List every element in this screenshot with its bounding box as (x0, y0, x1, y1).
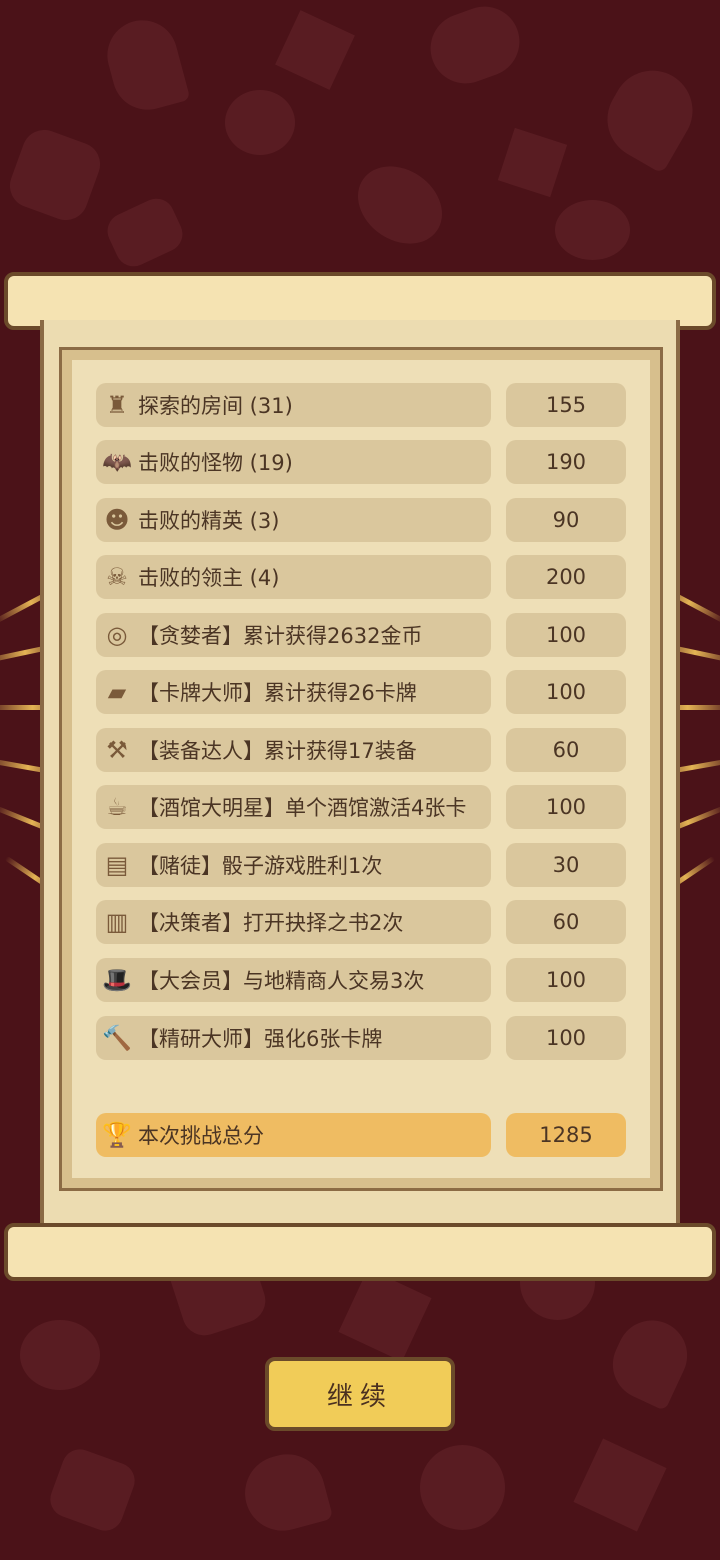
total-score-text: 本次挑战总分 (138, 1124, 264, 1148)
score-row-text: 【酒馆大明星】单个酒馆激活4张卡 (138, 796, 467, 820)
score-row-value: 100 (506, 785, 626, 829)
score-row-label: 🦇 击败的怪物 (19) (96, 440, 491, 484)
score-row-text: 击败的精英 (3) (138, 509, 280, 533)
score-row: ☕ 【酒馆大明星】单个酒馆激活4张卡 100 (96, 785, 626, 829)
total-score-label: 🏆 本次挑战总分 (96, 1113, 491, 1157)
score-row-value: 200 (506, 555, 626, 599)
equipment-icon: ⚒ (106, 736, 128, 764)
bg-circle-shape (225, 90, 295, 155)
bg-crescent-shape (343, 150, 457, 260)
score-row-label: ▤ 【赌徒】骰子游戏胜利1次 (96, 843, 491, 887)
score-row-value: 60 (506, 728, 626, 772)
score-row-label: ☻ 击败的精英 (3) (96, 498, 491, 542)
bg-leaf-shape (601, 1308, 699, 1412)
score-row-value: 60 (506, 900, 626, 944)
bg-circle-shape (555, 200, 630, 260)
bg-leaf-shape (236, 1445, 334, 1540)
score-row-text: 【大会员】与地精商人交易3次 (138, 969, 425, 993)
score-row-value: 190 (506, 440, 626, 484)
continue-button[interactable]: 继续 (265, 1357, 455, 1431)
bg-leaf-shape (592, 56, 708, 174)
score-row-label: ♜ 探索的房间 (31) (96, 383, 491, 427)
bg-circle-shape (420, 1445, 505, 1530)
bg-diamond-shape (338, 1268, 432, 1362)
score-row: 🎩 【大会员】与地精商人交易3次 100 (96, 958, 626, 1002)
score-row-text: 【精研大师】强化6张卡牌 (138, 1027, 383, 1051)
bg-square-shape (3, 123, 107, 227)
scroll-bottom-rod (4, 1223, 716, 1281)
score-row-label: 🔨 【精研大师】强化6张卡牌 (96, 1016, 491, 1060)
score-row: 🔨 【精研大师】强化6张卡牌 100 (96, 1016, 626, 1060)
bg-leaf-shape (99, 12, 191, 118)
score-row-label: ▰ 【卡牌大师】累计获得26卡牌 (96, 670, 491, 714)
cards-icon: ▰ (107, 678, 127, 706)
score-row: ▥ 【决策者】打开抉择之书2次 60 (96, 900, 626, 944)
closed-book-icon: ▥ (105, 908, 129, 936)
total-score-row: 🏆 本次挑战总分 1285 (96, 1113, 626, 1157)
book-icon: ▤ (105, 851, 129, 879)
score-row-label: ☠ 击败的领主 (4) (96, 555, 491, 599)
score-row: ⚒ 【装备达人】累计获得17装备 60 (96, 728, 626, 772)
score-row-text: 探索的房间 (31) (138, 394, 293, 418)
score-row-value: 100 (506, 1016, 626, 1060)
score-row-value: 30 (506, 843, 626, 887)
horned-skull-icon: ☠ (106, 563, 128, 591)
score-row-label: 🎩 【大会员】与地精商人交易3次 (96, 958, 491, 1002)
score-row-text: 【卡牌大师】累计获得26卡牌 (138, 681, 417, 705)
score-row-text: 击败的怪物 (19) (138, 451, 293, 475)
score-row: 🦇 击败的怪物 (19) 190 (96, 440, 626, 484)
tower-icon: ♜ (106, 391, 128, 419)
bat-icon: 🦇 (102, 448, 132, 476)
score-row-value: 155 (506, 383, 626, 427)
score-row-label: ◎ 【贪婪者】累计获得2632金币 (96, 613, 491, 657)
score-row: ♜ 探索的房间 (31) 155 (96, 383, 626, 427)
score-row: ▰ 【卡牌大师】累计获得26卡牌 100 (96, 670, 626, 714)
score-row-value: 100 (506, 670, 626, 714)
score-row-text: 【装备达人】累计获得17装备 (138, 739, 417, 763)
total-score-value: 1285 (506, 1113, 626, 1157)
score-row: ☻ 击败的精英 (3) 90 (96, 498, 626, 542)
score-row: ◎ 【贪婪者】累计获得2632金币 100 (96, 613, 626, 657)
score-row-text: 【贪婪者】累计获得2632金币 (138, 624, 423, 648)
bg-square-shape (45, 1444, 140, 1536)
score-row-value: 90 (506, 498, 626, 542)
bg-diamond-shape (573, 1438, 667, 1532)
bg-square-shape (101, 192, 189, 273)
hammer-icon: 🔨 (102, 1024, 132, 1052)
top-hat-icon: 🎩 (102, 966, 132, 994)
score-row: ☠ 击败的领主 (4) 200 (96, 555, 626, 599)
score-row: ▤ 【赌徒】骰子游戏胜利1次 30 (96, 843, 626, 887)
score-row-value: 100 (506, 613, 626, 657)
score-row-text: 击败的领主 (4) (138, 566, 280, 590)
score-row-value: 100 (506, 958, 626, 1002)
bg-circle-shape (20, 1320, 100, 1390)
score-row-label: ☕ 【酒馆大明星】单个酒馆激活4张卡 (96, 785, 491, 829)
devil-icon: ☻ (104, 506, 130, 534)
bg-diamond-shape (275, 10, 355, 90)
bg-blob-shape (420, 0, 530, 94)
score-row-text: 【决策者】打开抉择之书2次 (138, 911, 404, 935)
trophy-icon: 🏆 (102, 1121, 132, 1149)
score-row-label: ⚒ 【装备达人】累计获得17装备 (96, 728, 491, 772)
score-row-label: ▥ 【决策者】打开抉择之书2次 (96, 900, 491, 944)
bg-diamond-shape (497, 127, 568, 198)
score-row-text: 【赌徒】骰子游戏胜利1次 (138, 854, 383, 878)
coins-icon: ◎ (106, 621, 128, 649)
beer-mug-icon: ☕ (106, 793, 128, 821)
